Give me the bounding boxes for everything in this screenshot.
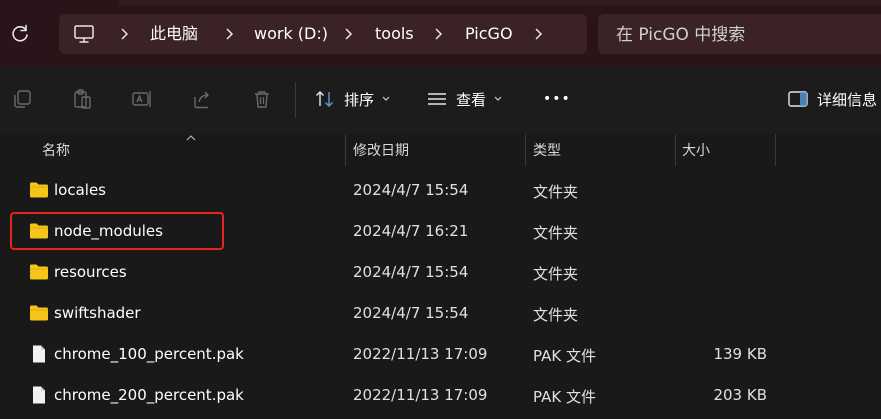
search-input[interactable] xyxy=(614,23,868,47)
file-name: swiftshader xyxy=(54,304,141,322)
file-name: resources xyxy=(54,263,127,281)
file-modified: 2024/4/7 15:54 xyxy=(353,181,469,199)
chevron-right-icon[interactable] xyxy=(119,24,131,44)
file-modified: 2024/4/7 15:54 xyxy=(353,304,469,322)
highlight-box xyxy=(10,212,224,250)
more-options-button[interactable]: ••• xyxy=(543,85,571,113)
refresh-icon[interactable] xyxy=(8,22,32,46)
chevron-right-icon[interactable] xyxy=(433,24,445,44)
breadcrumb-this-pc[interactable]: 此电脑 xyxy=(150,24,198,44)
column-divider[interactable] xyxy=(775,134,776,166)
column-name[interactable]: 名称 xyxy=(42,140,70,160)
copy-icon[interactable] xyxy=(11,88,33,110)
file-type: 文件夹 xyxy=(533,224,579,242)
file-modified: 2024/4/7 15:54 xyxy=(353,263,469,281)
column-modified[interactable]: 修改日期 xyxy=(353,140,409,160)
toolbar-separator xyxy=(295,82,296,118)
paste-icon[interactable] xyxy=(71,88,93,110)
file-icon xyxy=(33,345,45,363)
file-name: chrome_200_percent.pak xyxy=(54,386,244,404)
sort-ascending-icon xyxy=(186,135,196,141)
delete-icon[interactable] xyxy=(251,88,273,110)
search-box[interactable] xyxy=(598,14,881,54)
breadcrumb-tools[interactable]: tools xyxy=(375,24,414,44)
tab-strip-edge xyxy=(118,0,881,6)
folder-icon xyxy=(30,264,48,280)
sort-label: 排序 xyxy=(344,90,375,109)
file-row[interactable]: swiftshader 2024/4/7 15:54 文件夹 xyxy=(0,293,881,334)
this-pc-icon xyxy=(74,25,94,43)
chevron-right-icon[interactable] xyxy=(343,24,355,44)
file-type: PAK 文件 xyxy=(533,388,596,406)
address-bar[interactable]: 此电脑 work (D:) tools PicGO xyxy=(59,14,587,54)
view-button[interactable]: 查看 xyxy=(426,85,502,113)
breadcrumb-picgo[interactable]: PicGO xyxy=(465,24,513,44)
chevron-right-icon[interactable] xyxy=(224,24,236,44)
column-header-row: 名称 修改日期 类型 大小 xyxy=(0,134,881,166)
details-label: 详细信息 xyxy=(817,90,878,109)
breadcrumb-work-drive[interactable]: work (D:) xyxy=(254,24,328,44)
file-row[interactable]: chrome_100_percent.pak 2022/11/13 17:09 … xyxy=(0,334,881,375)
folder-icon xyxy=(30,182,48,198)
file-type: 文件夹 xyxy=(533,306,579,324)
file-size: 203 KB xyxy=(713,386,767,404)
rename-icon[interactable] xyxy=(131,88,153,110)
share-icon[interactable] xyxy=(191,88,213,110)
file-modified: 2022/11/13 17:09 xyxy=(353,345,488,363)
command-bar: 排序 查看 ••• 详细信息 xyxy=(0,66,881,135)
file-row[interactable]: chrome_200_percent.pak 2022/11/13 17:09 … xyxy=(0,375,881,416)
folder-icon xyxy=(30,305,48,321)
column-size[interactable]: 大小 xyxy=(682,140,710,160)
details-pane-button[interactable]: 详细信息 xyxy=(787,85,877,113)
details-pane-icon xyxy=(788,91,808,107)
file-type: 文件夹 xyxy=(533,265,579,283)
view-list-icon xyxy=(428,93,446,105)
column-type[interactable]: 类型 xyxy=(533,140,561,160)
file-type: 文件夹 xyxy=(533,183,579,201)
file-modified: 2024/4/7 16:21 xyxy=(353,222,469,240)
chevron-down-icon xyxy=(382,96,390,101)
more-icon: ••• xyxy=(543,91,571,107)
file-name: locales xyxy=(54,181,106,199)
column-divider[interactable] xyxy=(675,134,676,166)
file-modified: 2022/11/13 17:09 xyxy=(353,386,488,404)
column-divider[interactable] xyxy=(525,134,526,166)
file-icon xyxy=(33,386,45,404)
file-name: chrome_100_percent.pak xyxy=(54,345,244,363)
chevron-down-icon xyxy=(494,96,502,101)
file-row[interactable]: resources 2024/4/7 15:54 文件夹 xyxy=(0,252,881,293)
sort-button[interactable]: 排序 xyxy=(314,85,390,113)
file-size: 139 KB xyxy=(713,345,767,363)
file-type: PAK 文件 xyxy=(533,347,596,365)
sort-icon xyxy=(316,91,333,107)
chevron-right-icon[interactable] xyxy=(533,24,545,44)
column-divider[interactable] xyxy=(345,134,346,166)
view-label: 查看 xyxy=(456,90,487,109)
file-row[interactable]: locales 2024/4/7 15:54 文件夹 xyxy=(0,170,881,211)
